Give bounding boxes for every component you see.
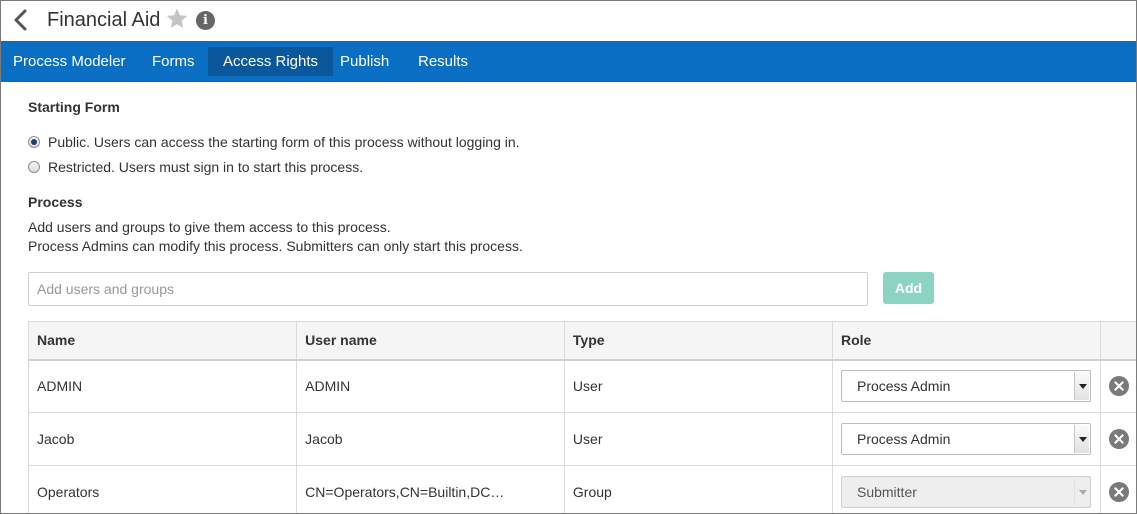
role-dropdown[interactable]: Process Admin: [840, 370, 1091, 403]
column-header-actions: [1099, 321, 1136, 361]
cell-name: ADMIN: [27, 359, 298, 413]
cell-role: Process Admin: [831, 412, 1101, 466]
dropdown-arrow-icon[interactable]: [1073, 372, 1089, 401]
radio-option-public[interactable]: Public. Users can access the starting fo…: [28, 133, 520, 151]
access-table: Name User name Type Role ADMIN ADMIN Use…: [27, 321, 1136, 513]
radio-restricted-label: Restricted. Users must sign in to start …: [48, 159, 364, 175]
tab-publish[interactable]: Publish: [325, 47, 404, 76]
column-header-role[interactable]: Role: [831, 321, 1101, 361]
process-description-2: Process Admins can modify this process. …: [28, 238, 523, 254]
dropdown-arrow-icon: [1073, 478, 1089, 506]
nav-bar: Process Modeler Forms Access Rights Publ…: [1, 41, 1136, 82]
process-description-1: Add users and groups to give them access…: [28, 219, 391, 235]
info-icon[interactable]: i: [196, 11, 215, 30]
starting-form-heading: Starting Form: [28, 99, 120, 115]
tab-results[interactable]: Results: [403, 47, 483, 76]
role-dropdown-disabled: Submitter: [840, 476, 1091, 508]
cell-type: User: [563, 412, 833, 466]
radio-public-label: Public. Users can access the starting fo…: [48, 134, 520, 150]
table-header-row: Name User name Type Role: [27, 321, 1136, 361]
header: Financial Aid i: [1, 1, 1136, 41]
radio-public[interactable]: [28, 136, 40, 148]
remove-icon[interactable]: [1108, 482, 1129, 502]
role-dropdown[interactable]: Process Admin: [840, 423, 1091, 455]
radio-option-restricted[interactable]: Restricted. Users must sign in to start …: [28, 158, 363, 176]
cell-username: Jacob: [296, 412, 565, 466]
cell-actions: [1099, 465, 1136, 513]
cell-actions: [1099, 359, 1136, 413]
process-heading: Process: [28, 194, 83, 210]
tab-access-rights[interactable]: Access Rights: [208, 47, 334, 76]
tab-process-modeler[interactable]: Process Modeler: [1, 47, 141, 76]
table-row: Jacob Jacob User Process Admin: [27, 412, 1136, 466]
cell-username: CN=Operators,CN=Builtin,DC…: [296, 465, 565, 513]
cell-type: Group: [563, 465, 833, 513]
radio-restricted[interactable]: [28, 161, 40, 173]
tab-forms[interactable]: Forms: [137, 47, 210, 76]
cell-role: Process Admin: [831, 359, 1101, 413]
remove-icon[interactable]: [1108, 376, 1129, 397]
remove-icon[interactable]: [1108, 429, 1129, 449]
cell-actions: [1099, 412, 1136, 466]
table-row: ADMIN ADMIN User Process Admin: [27, 359, 1136, 413]
back-arrow-icon[interactable]: [11, 7, 31, 33]
role-dropdown-value: Process Admin: [856, 431, 951, 447]
cell-username: ADMIN: [296, 359, 565, 413]
cell-name: Jacob: [27, 412, 298, 466]
column-header-name[interactable]: Name: [27, 321, 298, 361]
add-button[interactable]: Add: [883, 272, 934, 304]
cell-type: User: [563, 359, 833, 413]
page-title: Financial Aid: [47, 9, 161, 31]
star-icon[interactable]: [165, 7, 189, 31]
role-dropdown-value: Process Admin: [856, 378, 951, 395]
role-dropdown-value: Submitter: [856, 484, 917, 500]
dropdown-arrow-icon[interactable]: [1073, 425, 1089, 453]
app-window: Financial Aid i Process Modeler Forms Ac…: [0, 0, 1137, 514]
cell-name: Operators: [27, 465, 298, 513]
table-row: Operators CN=Operators,CN=Builtin,DC… Gr…: [27, 465, 1136, 513]
cell-role: Submitter: [831, 465, 1101, 513]
add-users-input[interactable]: [28, 272, 868, 306]
column-header-username[interactable]: User name: [296, 321, 565, 361]
column-header-type[interactable]: Type: [563, 321, 833, 361]
